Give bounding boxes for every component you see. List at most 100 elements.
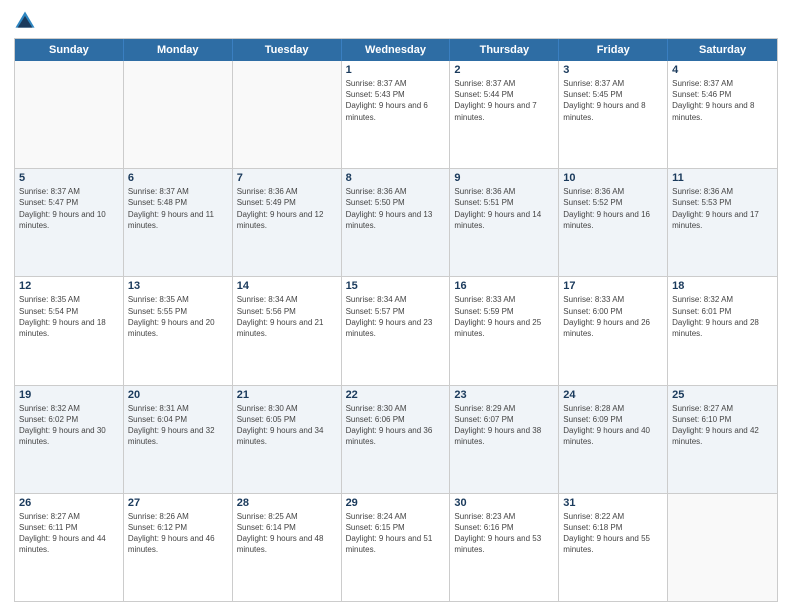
- cell-info: Sunrise: 8:30 AM Sunset: 6:05 PM Dayligh…: [237, 403, 337, 448]
- date-number: 25: [672, 389, 773, 401]
- date-number: 27: [128, 497, 228, 509]
- date-number: 14: [237, 280, 337, 292]
- date-number: 18: [672, 280, 773, 292]
- day-header-thursday: Thursday: [450, 39, 559, 61]
- calendar-cell-empty-6: [668, 494, 777, 601]
- date-number: 22: [346, 389, 446, 401]
- calendar-cell-empty-2: [233, 61, 342, 168]
- cell-info: Sunrise: 8:22 AM Sunset: 6:18 PM Dayligh…: [563, 511, 663, 556]
- cell-info: Sunrise: 8:32 AM Sunset: 6:01 PM Dayligh…: [672, 294, 773, 339]
- date-number: 7: [237, 172, 337, 184]
- calendar-cell-12: 12Sunrise: 8:35 AM Sunset: 5:54 PM Dayli…: [15, 277, 124, 384]
- calendar-cell-1: 1 Sunrise: 8:37 AM Sunset: 5:43 PM Daylig…: [342, 61, 451, 168]
- calendar-cell-empty-1: [124, 61, 233, 168]
- calendar-cell-17: 17 Sunrise: 8:33 AM Sunset: 6:00 PM Dayli…: [559, 277, 668, 384]
- calendar-cell-16: 16 Sunrise: 8:33 AM Sunset: 5:59 PM Dayli…: [450, 277, 559, 384]
- cell-info: Sunrise: 8:28 AM Sunset: 6:09 PM Dayligh…: [563, 403, 663, 448]
- date-number: 2: [454, 64, 554, 76]
- date-number: 13: [128, 280, 228, 292]
- day-header-wednesday: Wednesday: [342, 39, 451, 61]
- cell-info: Sunrise: 8:33 AM Sunset: 5:59 PM Dayligh…: [454, 294, 554, 339]
- cell-info: Sunrise: 8:36 AM Sunset: 5:52 PM Dayligh…: [563, 186, 663, 231]
- logo-icon: [14, 10, 36, 32]
- calendar-row-1: 5 Sunrise: 8:37 AM Sunset: 5:47 PM Daylig…: [15, 169, 777, 277]
- calendar-cell-21: 21 Sunrise: 8:30 AM Sunset: 6:05 PM Dayli…: [233, 386, 342, 493]
- calendar-cell-22: 22 Sunrise: 8:30 AM Sunset: 6:06 PM Dayli…: [342, 386, 451, 493]
- date-number: 23: [454, 389, 554, 401]
- calendar-cell-7: 7 Sunrise: 8:36 AM Sunset: 5:49 PM Daylig…: [233, 169, 342, 276]
- calendar-header: SundayMondayTuesdayWednesdayThursdayFrid…: [15, 39, 777, 61]
- date-number: 15: [346, 280, 446, 292]
- date-number: 3: [563, 64, 663, 76]
- date-number: 4: [672, 64, 773, 76]
- date-number: 24: [563, 389, 663, 401]
- calendar-cell-25: 25 Sunrise: 8:27 AM Sunset: 6:10 PM Dayli…: [668, 386, 777, 493]
- cell-info: Sunrise: 8:27 AM Sunset: 6:11 PM Dayligh…: [19, 511, 119, 556]
- calendar-cell-11: 11 Sunrise: 8:36 AM Sunset: 5:53 PM Dayli…: [668, 169, 777, 276]
- cell-info: Sunrise: 8:30 AM Sunset: 6:06 PM Dayligh…: [346, 403, 446, 448]
- cell-info: Sunrise: 8:33 AM Sunset: 6:00 PM Dayligh…: [563, 294, 663, 339]
- date-number: 1: [346, 64, 446, 76]
- cell-info: Sunrise: 8:29 AM Sunset: 6:07 PM Dayligh…: [454, 403, 554, 448]
- date-number: 6: [128, 172, 228, 184]
- day-header-saturday: Saturday: [668, 39, 777, 61]
- cell-info: Sunrise: 8:36 AM Sunset: 5:53 PM Dayligh…: [672, 186, 773, 231]
- cell-info: Sunrise: 8:27 AM Sunset: 6:10 PM Dayligh…: [672, 403, 773, 448]
- calendar-row-2: 12Sunrise: 8:35 AM Sunset: 5:54 PM Dayli…: [15, 277, 777, 385]
- calendar-row-0: 1 Sunrise: 8:37 AM Sunset: 5:43 PM Daylig…: [15, 61, 777, 169]
- cell-info: Sunrise: 8:36 AM Sunset: 5:51 PM Dayligh…: [454, 186, 554, 231]
- header: [14, 10, 778, 32]
- date-number: 30: [454, 497, 554, 509]
- cell-info: Sunrise: 8:25 AM Sunset: 6:14 PM Dayligh…: [237, 511, 337, 556]
- calendar: SundayMondayTuesdayWednesdayThursdayFrid…: [14, 38, 778, 602]
- cell-info: Sunrise: 8:37 AM Sunset: 5:46 PM Dayligh…: [672, 78, 773, 123]
- day-header-tuesday: Tuesday: [233, 39, 342, 61]
- cell-info: Sunrise: 8:35 AM Sunset: 5:55 PM Dayligh…: [128, 294, 228, 339]
- cell-info: Sunrise: 8:37 AM Sunset: 5:45 PM Dayligh…: [563, 78, 663, 123]
- page: SundayMondayTuesdayWednesdayThursdayFrid…: [0, 0, 792, 612]
- calendar-cell-8: 8Sunrise: 8:36 AM Sunset: 5:50 PM Daylig…: [342, 169, 451, 276]
- calendar-cell-3: 3 Sunrise: 8:37 AM Sunset: 5:45 PM Daylig…: [559, 61, 668, 168]
- cell-info: Sunrise: 8:37 AM Sunset: 5:43 PM Dayligh…: [346, 78, 446, 123]
- calendar-cell-5: 5 Sunrise: 8:37 AM Sunset: 5:47 PM Daylig…: [15, 169, 124, 276]
- date-number: 5: [19, 172, 119, 184]
- date-number: 8: [346, 172, 446, 184]
- cell-info: Sunrise: 8:26 AM Sunset: 6:12 PM Dayligh…: [128, 511, 228, 556]
- calendar-cell-9: 9 Sunrise: 8:36 AM Sunset: 5:51 PM Daylig…: [450, 169, 559, 276]
- date-number: 10: [563, 172, 663, 184]
- date-number: 21: [237, 389, 337, 401]
- cell-info: Sunrise: 8:24 AM Sunset: 6:15 PM Dayligh…: [346, 511, 446, 556]
- calendar-cell-4: 4 Sunrise: 8:37 AM Sunset: 5:46 PM Daylig…: [668, 61, 777, 168]
- calendar-cell-20: 20Sunrise: 8:31 AM Sunset: 6:04 PM Dayli…: [124, 386, 233, 493]
- day-header-friday: Friday: [559, 39, 668, 61]
- calendar-cell-29: 29Sunrise: 8:24 AM Sunset: 6:15 PM Dayli…: [342, 494, 451, 601]
- calendar-cell-13: 13 Sunrise: 8:35 AM Sunset: 5:55 PM Dayli…: [124, 277, 233, 384]
- calendar-cell-24: 24 Sunrise: 8:28 AM Sunset: 6:09 PM Dayli…: [559, 386, 668, 493]
- calendar-cell-23: 23 Sunrise: 8:29 AM Sunset: 6:07 PM Dayli…: [450, 386, 559, 493]
- date-number: 9: [454, 172, 554, 184]
- cell-info: Sunrise: 8:36 AM Sunset: 5:49 PM Dayligh…: [237, 186, 337, 231]
- cell-info: Sunrise: 8:37 AM Sunset: 5:47 PM Dayligh…: [19, 186, 119, 231]
- date-number: 17: [563, 280, 663, 292]
- date-number: 16: [454, 280, 554, 292]
- calendar-cell-15: 15Sunrise: 8:34 AM Sunset: 5:57 PM Dayli…: [342, 277, 451, 384]
- calendar-cell-31: 31Sunrise: 8:22 AM Sunset: 6:18 PM Dayli…: [559, 494, 668, 601]
- calendar-body: 1 Sunrise: 8:37 AM Sunset: 5:43 PM Daylig…: [15, 61, 777, 601]
- calendar-cell-2: 2 Sunrise: 8:37 AM Sunset: 5:44 PM Daylig…: [450, 61, 559, 168]
- cell-info: Sunrise: 8:37 AM Sunset: 5:44 PM Dayligh…: [454, 78, 554, 123]
- calendar-cell-27: 27 Sunrise: 8:26 AM Sunset: 6:12 PM Dayli…: [124, 494, 233, 601]
- date-number: 11: [672, 172, 773, 184]
- logo: [14, 10, 40, 32]
- calendar-row-3: 19Sunrise: 8:32 AM Sunset: 6:02 PM Dayli…: [15, 386, 777, 494]
- calendar-cell-30: 30Sunrise: 8:23 AM Sunset: 6:16 PM Dayli…: [450, 494, 559, 601]
- calendar-cell-empty-0: [15, 61, 124, 168]
- calendar-cell-19: 19Sunrise: 8:32 AM Sunset: 6:02 PM Dayli…: [15, 386, 124, 493]
- date-number: 19: [19, 389, 119, 401]
- calendar-cell-28: 28Sunrise: 8:25 AM Sunset: 6:14 PM Dayli…: [233, 494, 342, 601]
- date-number: 12: [19, 280, 119, 292]
- cell-info: Sunrise: 8:37 AM Sunset: 5:48 PM Dayligh…: [128, 186, 228, 231]
- calendar-cell-10: 10 Sunrise: 8:36 AM Sunset: 5:52 PM Dayli…: [559, 169, 668, 276]
- date-number: 26: [19, 497, 119, 509]
- date-number: 20: [128, 389, 228, 401]
- calendar-cell-18: 18 Sunrise: 8:32 AM Sunset: 6:01 PM Dayli…: [668, 277, 777, 384]
